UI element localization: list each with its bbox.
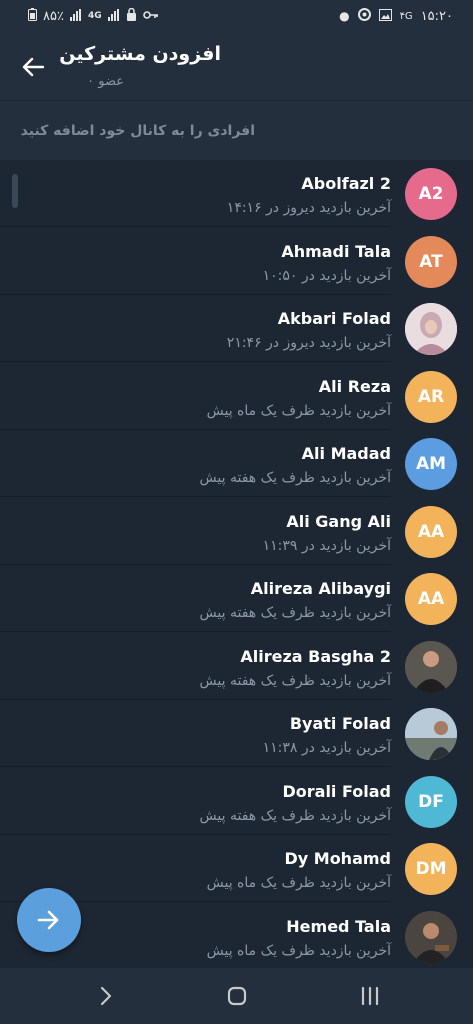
clock: ۱۵:۲۰: [420, 8, 453, 24]
contact-name: Alireza Basgha 2: [240, 646, 391, 666]
avatar-photo: [405, 640, 457, 693]
next-fab-button[interactable]: [17, 888, 81, 952]
arrow-right-icon: [37, 910, 59, 930]
lte-icon: ۴G: [399, 10, 413, 22]
signal-icon: [69, 8, 82, 24]
square-home-icon: [227, 986, 247, 1006]
contact-status: آخرین بازدید دیروز در ۱۴:۱۶: [226, 200, 391, 216]
app-notification-icon: [357, 8, 371, 24]
status-bar: ۸۵٪ 4G ● ۴G ۱۵:۲۰: [0, 0, 473, 34]
avatar-photo: [405, 910, 457, 963]
contact-name: Dorali Folad: [282, 781, 391, 801]
contact-name: Abolfazl 2: [301, 174, 391, 193]
status-bar-right: ● ۴G ۱۵:۲۰: [339, 8, 453, 24]
contact-status: آخرین بازدید ظرف یک ماه پیش: [206, 942, 391, 959]
contact-row[interactable]: Ahmadi Tala آخرین بازدید در ۱۰:۵۰ AT: [0, 228, 473, 295]
contact-status: آخرین بازدید در ۱۱:۳۸: [262, 740, 391, 756]
contact-status: آخرین بازدید ظرف یک هفته پیش: [199, 470, 391, 486]
contact-row[interactable]: Akbari Folad آخرین بازدید دیروز در ۲۱:۴۶: [0, 295, 473, 362]
network-type: 4G: [87, 11, 102, 21]
battery-icon: [28, 8, 37, 24]
contact-list: Abolfazl 2 آخرین بازدید دیروز در ۱۴:۱۶ A…: [0, 160, 473, 968]
app-bar: افزودن مشترکین ۰ عضو: [0, 34, 473, 100]
member-count: ۰ عضو: [87, 74, 124, 89]
status-bar-left: ۸۵٪ 4G: [28, 7, 159, 24]
contact-row[interactable]: Alireza Alibaygi آخرین بازدید ظرف یک هفت…: [0, 565, 473, 632]
back-button[interactable]: [18, 52, 48, 82]
avatar: A2: [405, 168, 457, 220]
search-bar: [0, 100, 473, 161]
search-input[interactable]: [0, 101, 473, 161]
contact-status: آخرین بازدید در ۱۰:۵۰: [262, 267, 391, 284]
avatar: AA: [405, 573, 457, 625]
contact-row[interactable]: Ali Gang Ali آخرین بازدید در ۱۱:۳۹ AA: [0, 498, 473, 565]
chevron-right-icon: [100, 986, 112, 1006]
dot-icon: ●: [339, 9, 350, 23]
contact-name: Akbari Folad: [277, 309, 391, 328]
page-title: افزودن مشترکین: [59, 43, 221, 65]
contact-row[interactable]: Dorali Folad آخرین بازدید ظرف یک هفته پی…: [0, 768, 473, 835]
avatar: DM: [405, 843, 457, 895]
contact-row[interactable]: Abolfazl 2 آخرین بازدید دیروز در ۱۴:۱۶ A…: [0, 160, 473, 227]
contact-name: Alireza Alibaygi: [250, 579, 391, 598]
contact-row[interactable]: Dy Mohamd آخرین بازدید ظرف یک ماه پیش DM: [0, 835, 473, 902]
contact-status: آخرین بازدید دیروز در ۲۱:۴۶: [226, 335, 391, 351]
avatar: DF: [405, 775, 457, 828]
contact-status: آخرین بازدید ظرف یک ماه پیش: [206, 402, 391, 419]
contact-row[interactable]: Ali Reza آخرین بازدید ظرف یک ماه پیش AR: [0, 363, 473, 430]
contact-status: آخرین بازدید در ۱۱:۳۹: [262, 537, 391, 554]
system-nav-bar: [0, 968, 473, 1024]
avatar: AR: [405, 370, 457, 423]
contact-status: آخرین بازدید ظرف یک هفته پیش: [199, 807, 391, 824]
gallery-icon: [378, 8, 392, 24]
arrow-left-icon: [22, 57, 44, 77]
avatar-photo: [405, 303, 457, 355]
recents-icon: [361, 986, 379, 1006]
contact-name: Ali Reza: [318, 376, 391, 396]
contact-name: Ali Gang Ali: [286, 511, 391, 531]
contact-name: Ahmadi Tala: [281, 241, 391, 261]
contact-status: آخرین بازدید ظرف یک هفته پیش: [199, 672, 391, 689]
nav-recents-button[interactable]: [352, 980, 388, 1012]
avatar-photo: [405, 708, 457, 760]
contact-row[interactable]: Byati Folad آخرین بازدید در ۱۱:۳۸: [0, 700, 473, 767]
contact-row[interactable]: Ali Madad آخرین بازدید ظرف یک هفته پیش A…: [0, 430, 473, 497]
contact-name: Hemed Tala: [286, 916, 391, 936]
avatar: AT: [405, 235, 457, 288]
battery-percentage: ۸۵٪: [43, 8, 64, 24]
contact-status: آخرین بازدید ظرف یک هفته پیش: [199, 605, 391, 621]
contact-name: Dy Mohamd: [284, 849, 391, 868]
avatar: AM: [405, 438, 457, 490]
signal-icon-2: [107, 8, 120, 24]
scrollbar-thumb[interactable]: [12, 174, 18, 208]
contact-name: Ali Madad: [301, 444, 391, 463]
contact-status: آخرین بازدید ظرف یک ماه پیش: [206, 875, 391, 891]
avatar: AA: [405, 505, 457, 558]
contact-name: Byati Folad: [289, 714, 391, 733]
nav-back-button[interactable]: [88, 980, 124, 1012]
key-icon: [142, 9, 159, 23]
nav-home-button[interactable]: [219, 980, 255, 1012]
lock-icon: [126, 7, 137, 24]
contact-row[interactable]: Alireza Basgha 2 آخرین بازدید ظرف یک هفت…: [0, 633, 473, 700]
